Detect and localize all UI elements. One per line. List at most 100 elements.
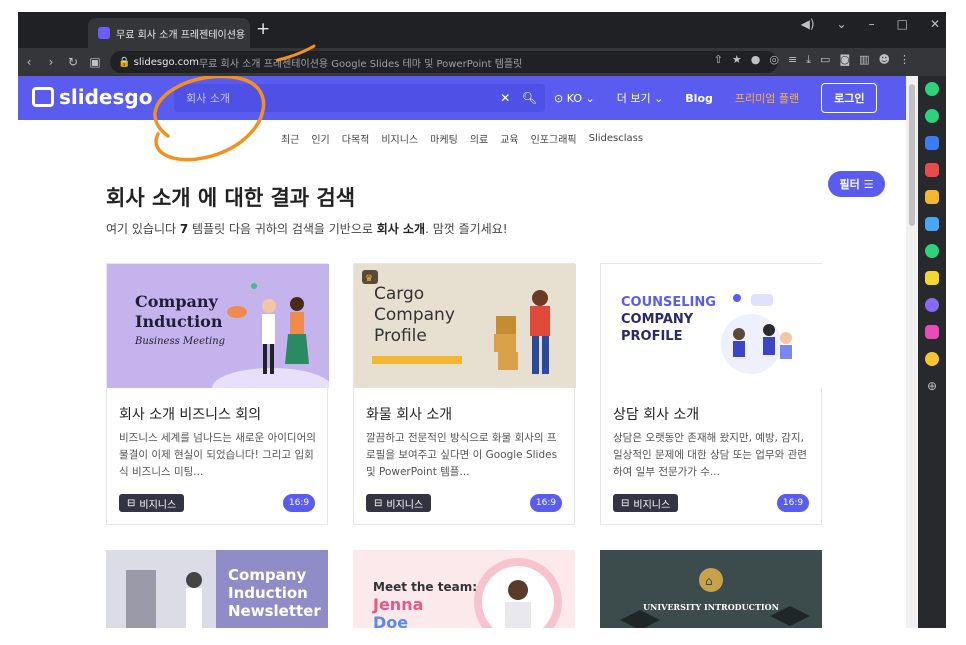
sidebar-app-icon[interactable] bbox=[925, 271, 939, 285]
template-thumbnail[interactable]: ⌂ UNIVERSITY INTRODUCTION bbox=[600, 550, 822, 628]
reload-icon[interactable]: ↻ bbox=[62, 55, 84, 69]
volume-icon[interactable]: ◀) bbox=[801, 17, 815, 31]
briefcase-icon: ⊟ bbox=[621, 497, 630, 509]
sidebar-icon[interactable]: ▥ bbox=[859, 53, 869, 67]
language-label: KO bbox=[566, 91, 582, 105]
summary-suffix: . 맘껏 즐기세요! bbox=[425, 222, 508, 236]
profile-icon[interactable]: ☻ bbox=[879, 53, 890, 67]
download-icon[interactable]: ⤓ bbox=[806, 53, 811, 67]
sidebar-app-icon[interactable] bbox=[925, 190, 939, 204]
thumb-line-3: PROFILE bbox=[621, 329, 683, 344]
tag-label: 비지니스 bbox=[386, 499, 424, 511]
category-link[interactable]: 마케팅 bbox=[430, 131, 458, 146]
thumb-line-1: Meet the team: bbox=[373, 580, 478, 594]
search-input[interactable]: 회사 소개 ✕ 🔍︎ bbox=[174, 84, 545, 112]
reader-icon[interactable]: ▣ bbox=[84, 55, 106, 69]
chevron-down-icon[interactable]: ⌄ bbox=[837, 17, 847, 31]
extension-icon[interactable]: ● bbox=[751, 53, 761, 67]
thumb-line-1: COUNSELING bbox=[621, 295, 716, 310]
sidebar-app-icon[interactable] bbox=[925, 325, 939, 339]
category-link[interactable]: 다목적 bbox=[342, 131, 370, 146]
clear-search-icon[interactable]: ✕ 🔍︎ bbox=[500, 91, 537, 105]
template-card[interactable]: ♛ Cargo Company Profile 화물 회사 소개 깔끔하고 전문… bbox=[353, 263, 576, 525]
back-icon[interactable]: ‹ bbox=[18, 55, 40, 69]
result-count: 7 bbox=[179, 222, 189, 236]
category-tag[interactable]: ⊟ 비지니스 bbox=[613, 494, 679, 512]
site-header: slidesgo 회사 소개 ✕ 🔍︎ ⊙ KO ⌄ 더 보기 ⌄ Blog 프… bbox=[18, 76, 906, 120]
more-label: 더 보기 bbox=[616, 92, 651, 105]
thumb-line-3: Profile bbox=[374, 326, 427, 346]
new-tab-icon[interactable]: + bbox=[256, 19, 270, 39]
sidebar-app-icon[interactable] bbox=[925, 352, 939, 366]
template-card[interactable]: COUNSELING COMPANY PROFILE 상담 회사 소개 상담은 … bbox=[600, 263, 823, 525]
category-link[interactable]: 의료 bbox=[470, 131, 488, 146]
tab-bar: 무료 회사 소개 프레젠테이션용 + ◀) ⌄ – □ ✕ bbox=[18, 12, 946, 48]
login-button[interactable]: 로그인 bbox=[821, 83, 878, 113]
window-controls: ◀) ⌄ – □ ✕ bbox=[801, 17, 940, 31]
close-icon[interactable]: ✕ bbox=[930, 17, 940, 31]
scrollbar-thumb[interactable] bbox=[909, 84, 915, 226]
page-scrollbar[interactable] bbox=[906, 76, 918, 628]
template-thumbnail[interactable]: Company Induction Business Meeting bbox=[107, 264, 329, 388]
thumb-line-1: Cargo bbox=[374, 284, 425, 304]
aspect-ratio-badge: 16:9 bbox=[283, 494, 315, 512]
site-logo[interactable]: slidesgo bbox=[32, 85, 152, 109]
more-vert-icon[interactable]: ⋮ bbox=[899, 53, 910, 67]
address-bar-row: ‹ › ↻ ▣ 🔒 slidesgo.com 무료 회사 소개 프레젠테이션용 … bbox=[18, 48, 918, 76]
template-thumbnail[interactable]: ♛ Cargo Company Profile bbox=[354, 264, 576, 388]
forward-icon[interactable]: › bbox=[40, 55, 62, 69]
page-title: 회사 소개 에 대한 결과 검색 bbox=[106, 186, 356, 210]
url-field[interactable]: 🔒 slidesgo.com 무료 회사 소개 프레젠테이션용 Google S… bbox=[110, 51, 778, 73]
template-thumbnail[interactable]: Company Induction Newsletter bbox=[106, 550, 328, 628]
language-selector[interactable]: ⊙ KO ⌄ bbox=[554, 92, 595, 105]
blog-link[interactable]: Blog bbox=[685, 92, 713, 105]
card-title[interactable]: 회사 소개 비즈니스 회의 bbox=[119, 404, 261, 424]
add-app-icon[interactable]: ⊕ bbox=[925, 379, 939, 393]
thumb-line-1: Company bbox=[228, 566, 307, 584]
sidebar-app-icon[interactable] bbox=[925, 109, 939, 123]
sidebar-app-icon[interactable] bbox=[925, 136, 939, 150]
summary-prefix: 여기 있습니다 bbox=[106, 222, 180, 236]
bookmark-star-icon[interactable]: ★ bbox=[732, 53, 742, 67]
svg-text:♛: ♛ bbox=[365, 274, 373, 284]
sidebar-app-icon[interactable] bbox=[925, 163, 939, 177]
category-link[interactable]: 최근 bbox=[281, 131, 299, 146]
category-link[interactable]: 인포그래픽 bbox=[531, 131, 577, 146]
template-thumbnail[interactable]: COUNSELING COMPANY PROFILE bbox=[601, 264, 823, 388]
thumb-line-3: Business Meeting bbox=[135, 336, 226, 347]
web-page: slidesgo 회사 소개 ✕ 🔍︎ ⊙ KO ⌄ 더 보기 ⌄ Blog 프… bbox=[18, 76, 906, 628]
sidebar-app-icon[interactable] bbox=[925, 244, 939, 258]
more-menu[interactable]: 더 보기 ⌄ bbox=[617, 90, 664, 106]
category-tag[interactable]: ⊟ 비지니스 bbox=[119, 494, 185, 512]
card-description: 깔끔하고 전문적인 방식으로 화물 회사의 프로필을 보여주고 싶다면 이 Go… bbox=[366, 432, 558, 478]
category-link[interactable]: Slidesclass bbox=[589, 133, 643, 144]
card-title[interactable]: 상담 회사 소개 bbox=[613, 404, 699, 424]
category-link[interactable]: 비지니스 bbox=[381, 131, 418, 146]
thumb-line-3: Newsletter bbox=[228, 602, 321, 620]
rail-top bbox=[918, 48, 946, 76]
minimize-icon[interactable]: – bbox=[869, 17, 875, 31]
card-title[interactable]: 화물 회사 소개 bbox=[366, 404, 452, 424]
filter-button[interactable]: 필터 ☰ bbox=[828, 171, 885, 197]
menu-lines-icon[interactable]: ≡ bbox=[788, 53, 797, 67]
category-link[interactable]: 인기 bbox=[311, 131, 329, 146]
maximize-icon[interactable]: □ bbox=[897, 17, 908, 31]
sidebar-app-icon[interactable] bbox=[925, 217, 939, 231]
sidebar-app-icon[interactable] bbox=[925, 298, 939, 312]
svg-text:⌂: ⌂ bbox=[705, 574, 713, 588]
template-thumbnail[interactable]: Meet the team: Jenna Doe bbox=[353, 550, 575, 628]
share-icon[interactable]: ⇧ bbox=[714, 53, 723, 67]
sliders-icon: ☰ bbox=[863, 177, 874, 191]
category-tag[interactable]: ⊟ 비지니스 bbox=[366, 494, 432, 512]
premium-link[interactable]: 프리미엄 플랜 bbox=[735, 90, 799, 106]
screen-icon[interactable]: ▭ bbox=[820, 53, 830, 67]
briefcase-icon: ⊟ bbox=[127, 497, 136, 509]
category-link[interactable]: 교육 bbox=[500, 131, 518, 146]
extension-icon[interactable]: ◎ bbox=[769, 53, 779, 67]
sidebar-app-icon[interactable] bbox=[925, 82, 939, 96]
camera-icon[interactable]: ◙ bbox=[839, 53, 850, 67]
template-card[interactable]: Company Induction Business Meeting 회사 소개… bbox=[106, 263, 329, 525]
browser-tab[interactable]: 무료 회사 소개 프레젠테이션용 bbox=[88, 18, 250, 48]
thumb-line-2: Jenna bbox=[373, 595, 424, 614]
slidesgo-logo-icon bbox=[32, 87, 54, 107]
